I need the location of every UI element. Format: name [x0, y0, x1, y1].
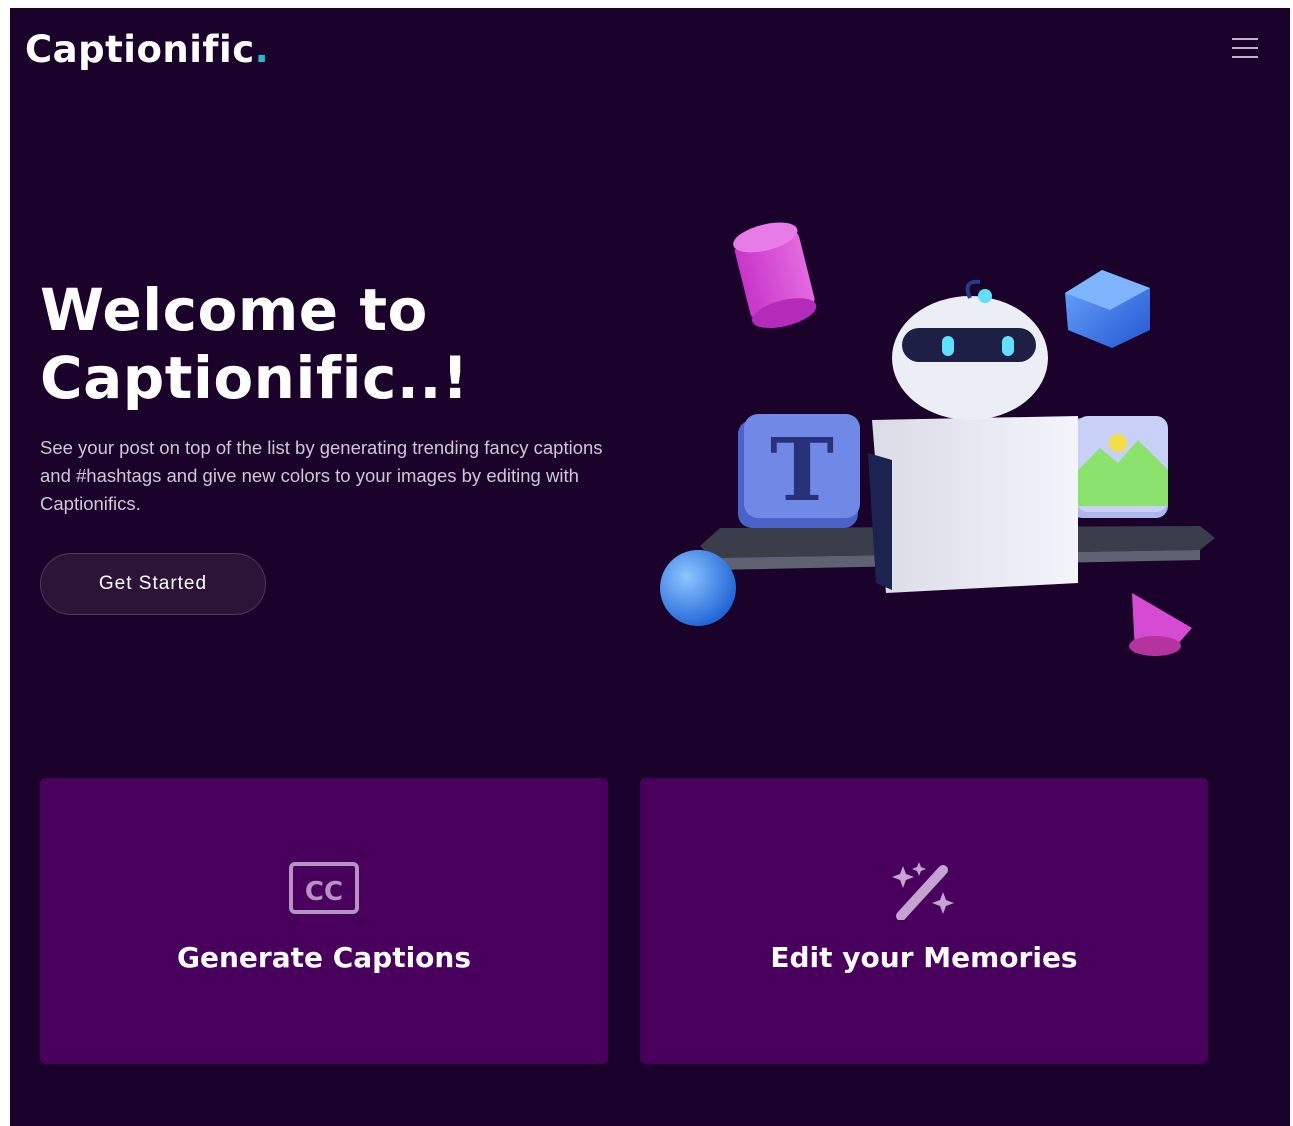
generate-captions-label: Generate Captions — [176, 941, 472, 974]
hero-description: See your post on top of the list by gene… — [40, 437, 603, 514]
image-tile-icon — [1070, 416, 1168, 518]
generate-captions-card[interactable]: CC Generate Captions — [40, 778, 608, 1064]
blue-cube-shape — [1065, 270, 1150, 348]
svg-text:T: T — [770, 420, 834, 521]
closed-captions-icon: CC — [289, 862, 359, 914]
app-window: Captionific. Welcome to Captionific..! S… — [10, 8, 1290, 1126]
hero-title: Welcome to Captionific..! — [40, 276, 469, 412]
pink-cylinder-shape — [733, 222, 817, 329]
svg-text:CC: CC — [305, 877, 343, 907]
robot-illustration: T — [660, 222, 1215, 656]
hamburger-menu-icon[interactable] — [1232, 38, 1258, 60]
magic-wand-icon — [892, 862, 954, 920]
brand-logo[interactable]: Captionific. — [25, 28, 269, 71]
pink-cone-shape — [1129, 593, 1192, 656]
top-navbar: Captionific. — [10, 8, 1290, 88]
edit-memories-label: Edit your Memories — [770, 941, 1078, 974]
brand-name: Captionific — [25, 28, 255, 71]
brand-dot: . — [254, 28, 270, 71]
edit-memories-card[interactable]: Edit your Memories — [640, 778, 1208, 1064]
blue-sphere-shape — [660, 550, 736, 626]
get-started-button[interactable]: Get Started — [40, 553, 266, 615]
robot-figure — [868, 279, 1078, 593]
text-tile-icon: T — [738, 414, 860, 528]
